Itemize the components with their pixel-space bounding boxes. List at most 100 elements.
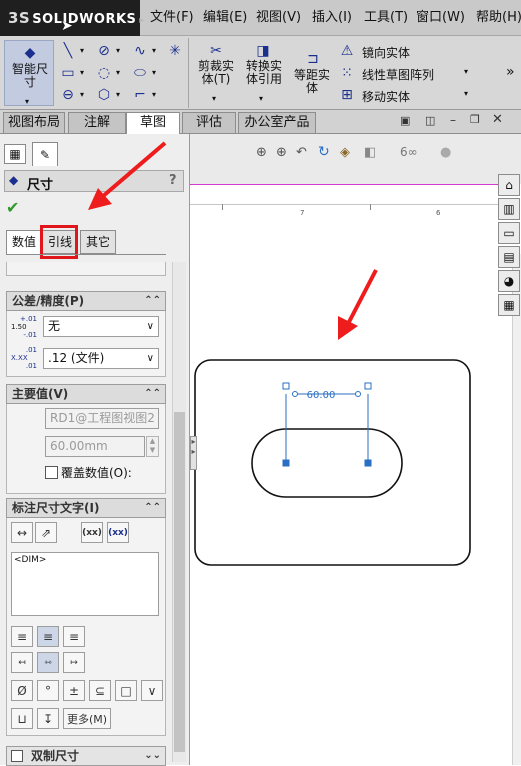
convert-entities-button[interactable]: ◨ 转换实体引用 ▾: [241, 40, 287, 106]
close-icon[interactable]: ✕: [492, 112, 503, 127]
menu-view[interactable]: 视图(V): [256, 0, 301, 36]
add-parentheses-button[interactable]: (xx): [81, 522, 103, 543]
text-outside-icon[interactable]: ↤: [11, 652, 33, 673]
diameter-symbol-button[interactable]: Ø: [11, 680, 33, 701]
more-symbols-dropdown[interactable]: ∨: [141, 680, 163, 701]
tab-value[interactable]: 数值: [6, 230, 42, 254]
counterbore-symbol-icon[interactable]: ⊔: [11, 708, 33, 729]
chevron-down-icon[interactable]: ▾: [152, 90, 156, 99]
ok-check-icon[interactable]: ✔: [6, 198, 19, 217]
collapse-icon[interactable]: ⌃⌃: [144, 385, 161, 403]
mirror-entities-button[interactable]: ⚠ 镜向实体: [338, 42, 468, 62]
chevron-down-icon[interactable]: ▾: [80, 90, 84, 99]
fillet-tool-icon[interactable]: ⌐: [130, 86, 150, 104]
tab-view-layout[interactable]: 视图布局: [3, 112, 65, 133]
pm-scrollbar[interactable]: [172, 262, 186, 762]
spline-tool-icon[interactable]: ∿: [130, 42, 150, 60]
home-icon[interactable]: ⌂: [498, 174, 520, 196]
text-inside-icon[interactable]: ↦: [63, 652, 85, 673]
depth-symbol-icon[interactable]: ↧: [37, 708, 59, 729]
collapse-icon[interactable]: ⌃⌃: [144, 292, 161, 310]
minimize-icon[interactable]: –: [450, 113, 456, 127]
plus-minus-symbol-button[interactable]: ±: [63, 680, 85, 701]
dimension-text-section-header[interactable]: 标注尺寸文字(I) ⌃⌃: [6, 498, 166, 518]
square-symbol-button[interactable]: □: [115, 680, 137, 701]
chevron-down-icon[interactable]: ▾: [152, 68, 156, 77]
view-palette-icon[interactable]: ▤: [498, 246, 520, 268]
move-entities-button[interactable]: ⊞ 移动实体 ▾: [338, 86, 478, 106]
value-spinner[interactable]: ▲ ▼: [146, 436, 159, 457]
slot-shape[interactable]: [251, 428, 403, 498]
slot-tool-icon[interactable]: ⊖: [58, 86, 78, 104]
trim-entities-button[interactable]: ✂ 剪裁实体(T) ▾: [194, 40, 238, 106]
ellipse-tool-icon[interactable]: ⬭: [130, 64, 150, 82]
degree-symbol-button[interactable]: °: [37, 680, 59, 701]
align-right-icon[interactable]: ≡: [63, 626, 85, 647]
point-tool-icon[interactable]: ✳: [166, 42, 184, 60]
tab-evaluate[interactable]: 评估: [182, 112, 236, 133]
dimension-value-field[interactable]: 60.00mm: [45, 436, 145, 457]
inspection-dimension-button[interactable]: (xx): [107, 522, 129, 543]
custom-properties-icon[interactable]: ▦: [498, 294, 520, 316]
tab-office-products[interactable]: 办公室产品: [238, 112, 316, 133]
dimension-handle[interactable]: [282, 382, 290, 390]
dimension-handle[interactable]: [364, 459, 372, 467]
dimension-handle[interactable]: [364, 382, 372, 390]
tab-sketch[interactable]: 草图: [126, 112, 180, 135]
menu-insert[interactable]: 插入(I): [312, 0, 352, 36]
property-manager-tab-icon[interactable]: ✎: [32, 142, 58, 166]
ribbon-more-icon[interactable]: »: [506, 64, 515, 80]
chevron-down-icon[interactable]: ▾: [116, 68, 120, 77]
appearances-icon[interactable]: ◕: [498, 270, 520, 292]
tab-other[interactable]: 其它: [80, 230, 116, 254]
align-left-icon[interactable]: ≡: [11, 626, 33, 647]
dimension-value-text[interactable]: 60.00: [307, 390, 336, 401]
chevron-down-icon[interactable]: ▾: [80, 46, 84, 55]
text-position-icon[interactable]: ↔: [11, 522, 33, 543]
offset-entities-button[interactable]: ⊐ 等距实体: [291, 40, 333, 106]
circle-tool-icon[interactable]: ⊘: [94, 42, 114, 60]
design-library-icon[interactable]: ▥: [498, 198, 520, 220]
arc-tool-icon[interactable]: ◌: [94, 64, 114, 82]
more-symbols-button[interactable]: 更多(M): [63, 708, 111, 729]
chevron-down-icon[interactable]: ▾: [80, 68, 84, 77]
text-angle-icon[interactable]: ⇗: [35, 522, 57, 543]
menu-tools[interactable]: 工具(T): [364, 0, 408, 36]
restore-icon[interactable]: ❐: [470, 113, 480, 126]
tolerance-type-select[interactable]: 无 ∨: [43, 316, 159, 337]
menu-window[interactable]: 窗口(W): [416, 0, 465, 36]
expand-icon[interactable]: ⌄⌄: [144, 747, 161, 765]
dimension-text-area[interactable]: <DIM>: [11, 552, 159, 616]
tolerance-section-header[interactable]: 公差/精度(P) ⌃⌃: [6, 291, 166, 311]
dual-dimension-section-header[interactable]: 双制尺寸 ⌄⌄: [6, 746, 166, 766]
collapse-icon[interactable]: ⌃⌃: [144, 499, 161, 517]
file-explorer-icon[interactable]: ▭: [498, 222, 520, 244]
menu-help[interactable]: 帮助(H): [476, 0, 521, 36]
smart-dimension-button[interactable]: ◆ 智能尺寸 ▾: [4, 40, 54, 106]
rectangle-tool-icon[interactable]: ▭: [58, 64, 78, 82]
override-value-checkbox[interactable]: [45, 466, 58, 479]
tab-annotation[interactable]: 注解: [68, 112, 126, 133]
align-center-icon[interactable]: ≡: [37, 626, 59, 647]
primary-precision-select[interactable]: .12 (文件) ∨: [43, 348, 159, 369]
help-icon[interactable]: ?: [169, 173, 177, 188]
dimension-handle[interactable]: [282, 459, 290, 467]
chevron-down-icon[interactable]: ▾: [116, 90, 120, 99]
linear-pattern-button[interactable]: ⁙ 线性草图阵列 ▾: [338, 64, 478, 84]
panel-toggle-icon[interactable]: ▣: [400, 114, 410, 127]
dual-dimension-checkbox[interactable]: [11, 750, 23, 762]
menu-file[interactable]: 文件(F): [150, 0, 194, 36]
feature-manager-tab-icon[interactable]: ▦: [4, 144, 26, 164]
menu-edit[interactable]: 编辑(E): [203, 0, 247, 36]
chevron-down-icon[interactable]: ▾: [116, 46, 120, 55]
text-centered-icon[interactable]: ⇿: [37, 652, 59, 673]
panel-toggle-icon[interactable]: ◫: [425, 114, 435, 127]
panel-splitter-handle[interactable]: ▸ ▸: [190, 436, 197, 470]
primary-value-section-header[interactable]: 主要值(V) ⌃⌃: [6, 384, 166, 404]
viewport-scrollbar[interactable]: [512, 254, 521, 765]
chevron-down-icon[interactable]: ▾: [152, 46, 156, 55]
polygon-tool-icon[interactable]: ⬡: [94, 86, 114, 104]
reference-name-field[interactable]: RD1@工程图视图2: [45, 408, 159, 429]
line-tool-icon[interactable]: ╲: [58, 42, 78, 60]
scrollbar-thumb[interactable]: [174, 412, 185, 752]
